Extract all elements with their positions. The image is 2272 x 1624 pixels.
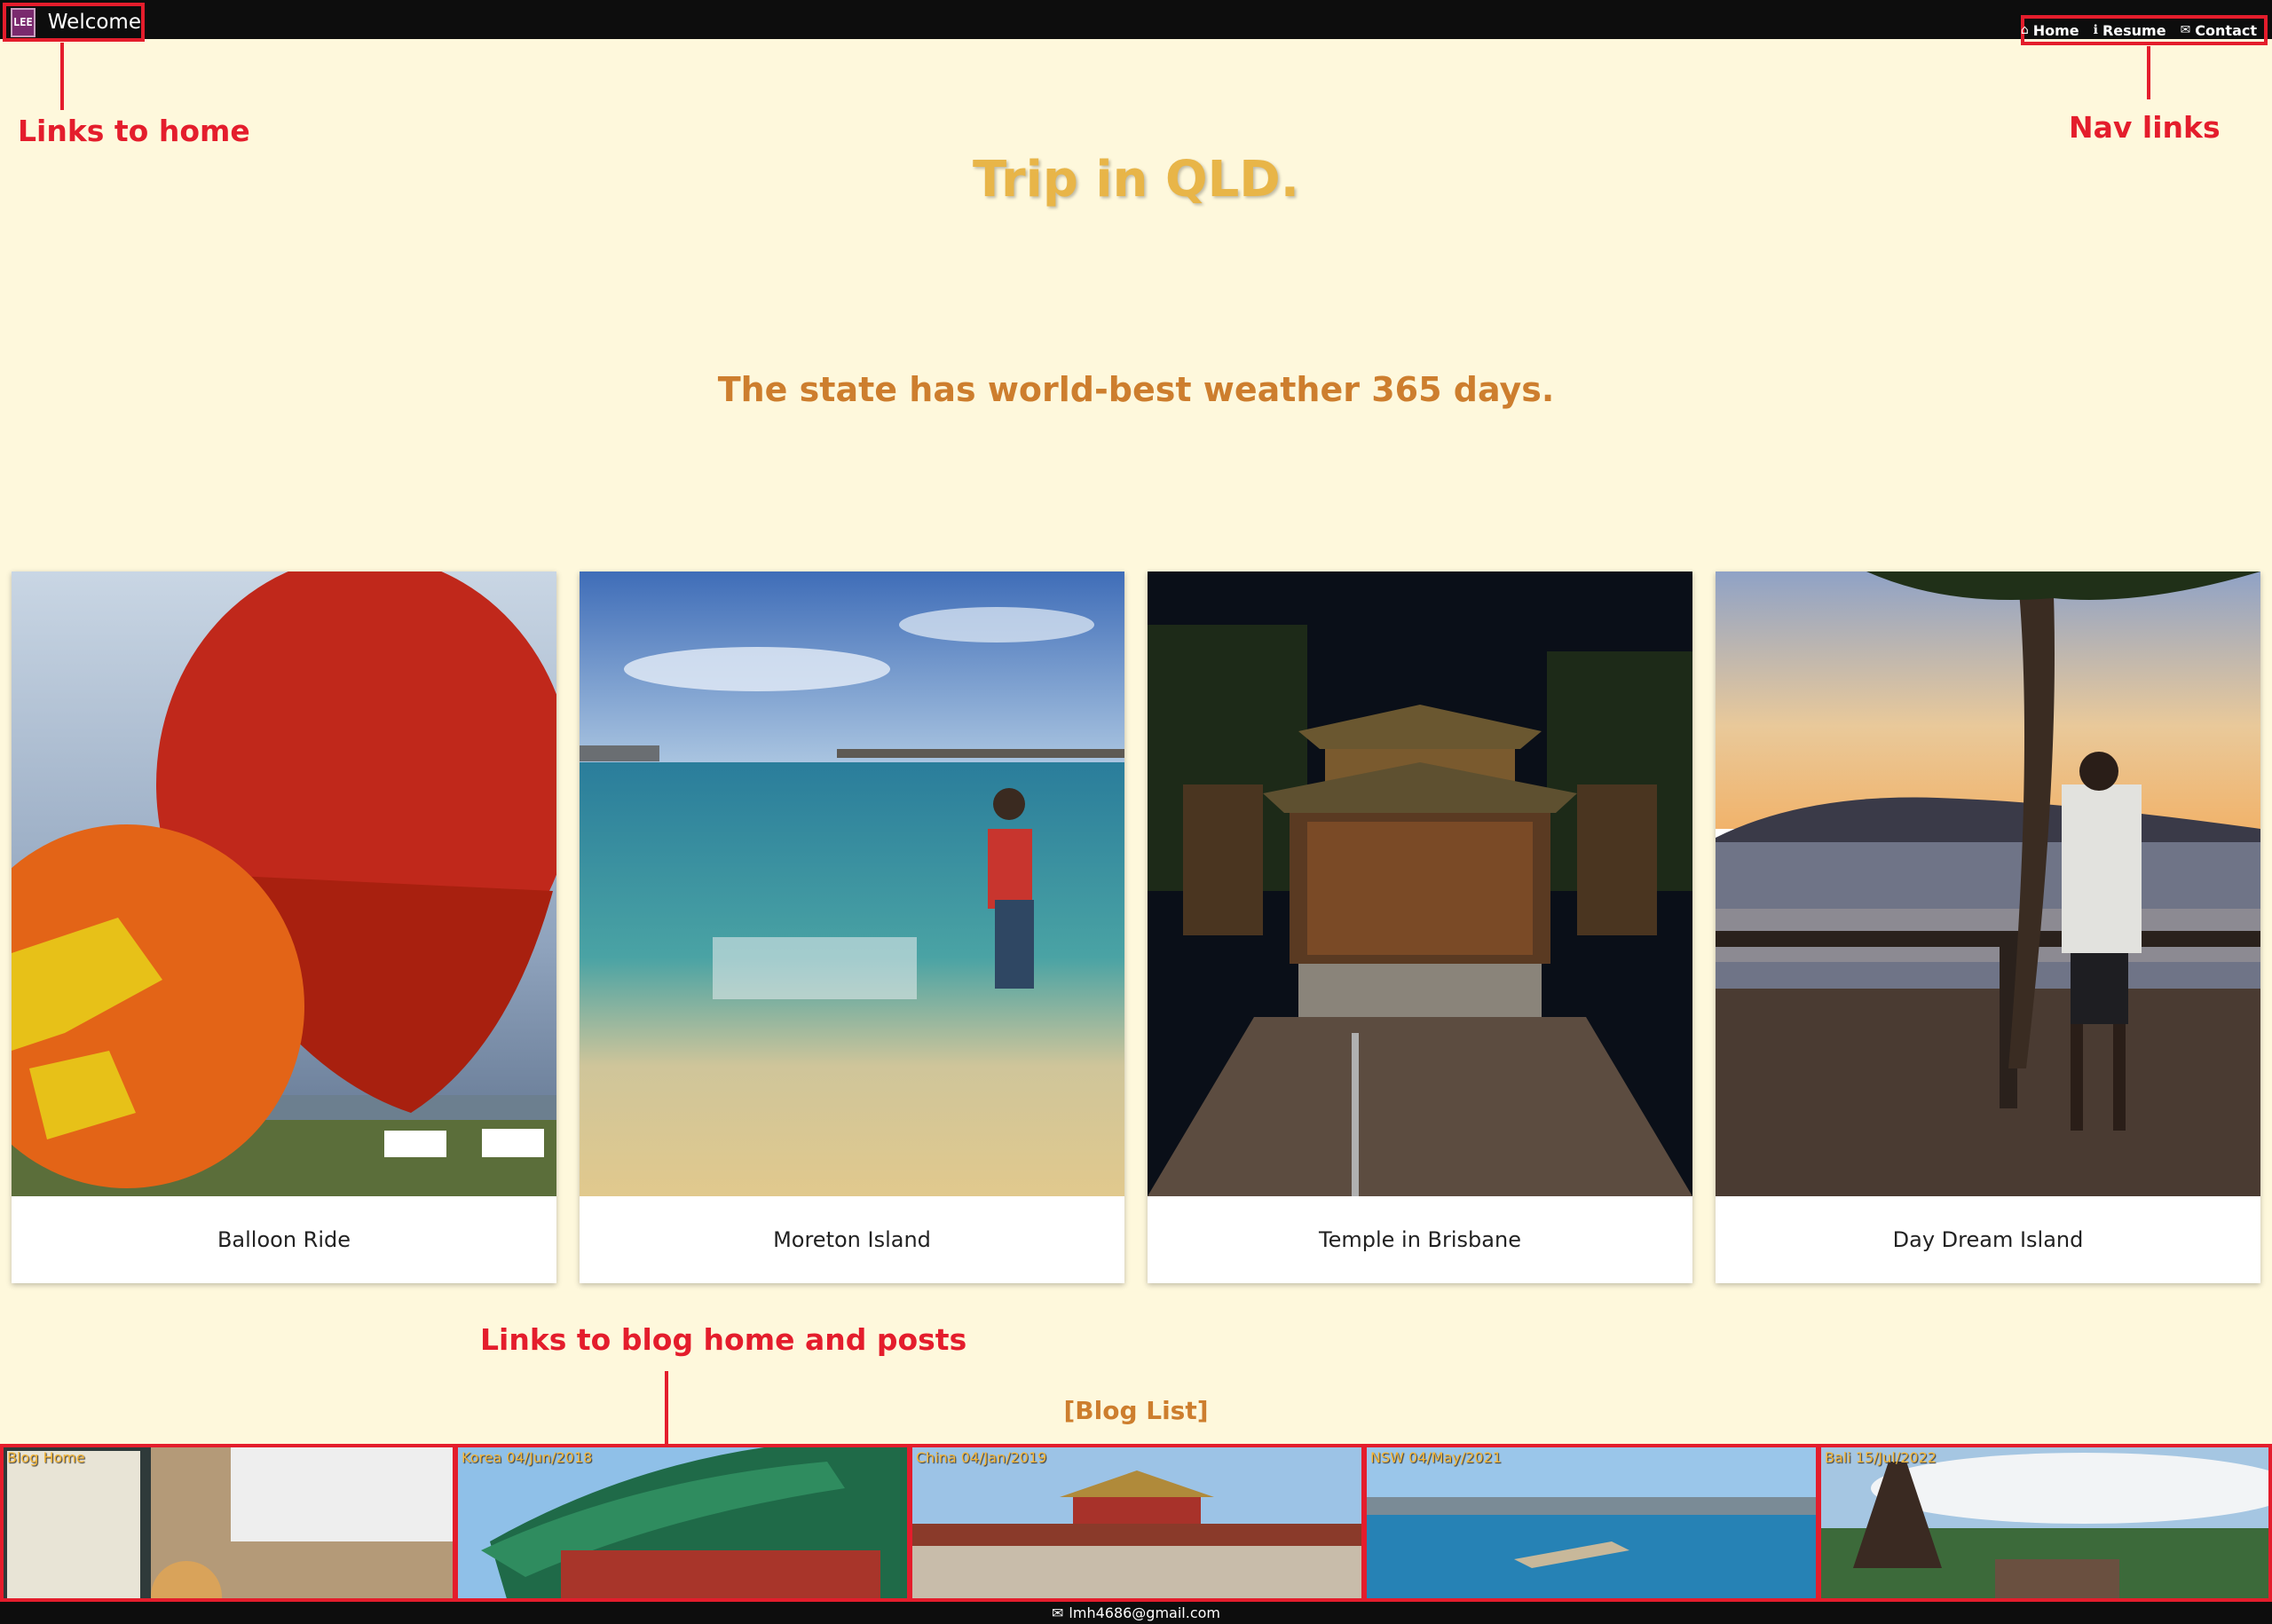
card-day-dream-island[interactable]: Day Dream Island: [1716, 572, 2260, 1283]
blog-bali-tile[interactable]: Bali 15/Jul/2022: [1818, 1444, 2272, 1602]
card-caption: Temple in Brisbane: [1319, 1227, 1521, 1252]
nav-home-link[interactable]: ⌂ Home: [2021, 22, 2079, 39]
mail-icon: ✉: [2180, 23, 2191, 37]
blog-nsw-tile[interactable]: NSW 04/May/2021: [1363, 1444, 1819, 1602]
annotation-nav-links: Nav links: [2069, 110, 2221, 145]
home-link[interactable]: LEE Welcome: [3, 3, 145, 42]
blog-korea-tile[interactable]: Korea 04/Jun/2018: [454, 1444, 911, 1602]
balloon-photo: [12, 572, 556, 1196]
annotation-blog-links: Links to blog home and posts: [480, 1322, 967, 1357]
tile-label: NSW 04/May/2021: [1370, 1449, 1502, 1466]
page-subtitle: The state has world-best weather 365 day…: [717, 370, 1555, 409]
brand-title: Welcome: [47, 11, 141, 34]
tile-label: China 04/Jan/2019: [916, 1449, 1047, 1466]
temple-photo: [1148, 572, 1692, 1196]
nav-resume-link[interactable]: ℹ Resume: [2094, 22, 2166, 39]
annotation-line-nav: [2147, 46, 2150, 99]
logo-icon: LEE: [11, 7, 36, 37]
card-caption: Moreton Island: [773, 1227, 931, 1252]
card-temple-brisbane[interactable]: Temple in Brisbane: [1148, 572, 1692, 1283]
daydream-photo: [1716, 572, 2260, 1196]
page-title: Trip in QLD.: [972, 151, 1300, 209]
blog-list-heading: [Blog List]: [1063, 1396, 1209, 1425]
home-icon: ⌂: [2020, 23, 2029, 37]
nav-resume-label: Resume: [2102, 21, 2166, 39]
footer-email-link[interactable]: lmh4686@gmail.com: [1069, 1604, 1220, 1621]
tile-label: Blog Home: [7, 1449, 85, 1466]
info-icon: ℹ: [2093, 23, 2098, 37]
card-caption: Balloon Ride: [217, 1227, 351, 1252]
mail-icon: ✉: [1052, 1604, 1064, 1621]
blog-china-tile[interactable]: China 04/Jan/2019: [909, 1444, 1365, 1602]
tile-label: Korea 04/Jun/2018: [462, 1449, 593, 1466]
annotation-links-home: Links to home: [18, 114, 250, 148]
moreton-photo: [580, 572, 1124, 1196]
card-balloon-ride[interactable]: Balloon Ride: [12, 572, 556, 1283]
nav-contact-label: Contact: [2195, 21, 2257, 39]
nav-home-label: Home: [2032, 21, 2079, 39]
blog-strip: Blog Home Korea 04/Jun/2018 China 04/Jan…: [0, 1444, 2272, 1602]
annotation-line-home: [60, 43, 64, 110]
card-moreton-island[interactable]: Moreton Island: [580, 572, 1124, 1283]
footer: ✉ lmh4686@gmail.com: [0, 1602, 2272, 1624]
tile-label: Bali 15/Jul/2022: [1825, 1449, 1937, 1466]
blog-home-tile[interactable]: Blog Home: [0, 1444, 456, 1602]
top-navbar: LEE Welcome ⌂ Home ℹ Resume ✉ Contact: [0, 0, 2272, 45]
nav-links: ⌂ Home ℹ Resume ✉ Contact: [2021, 15, 2268, 45]
nav-contact-link[interactable]: ✉ Contact: [2181, 22, 2257, 39]
card-caption: Day Dream Island: [1892, 1227, 2084, 1252]
